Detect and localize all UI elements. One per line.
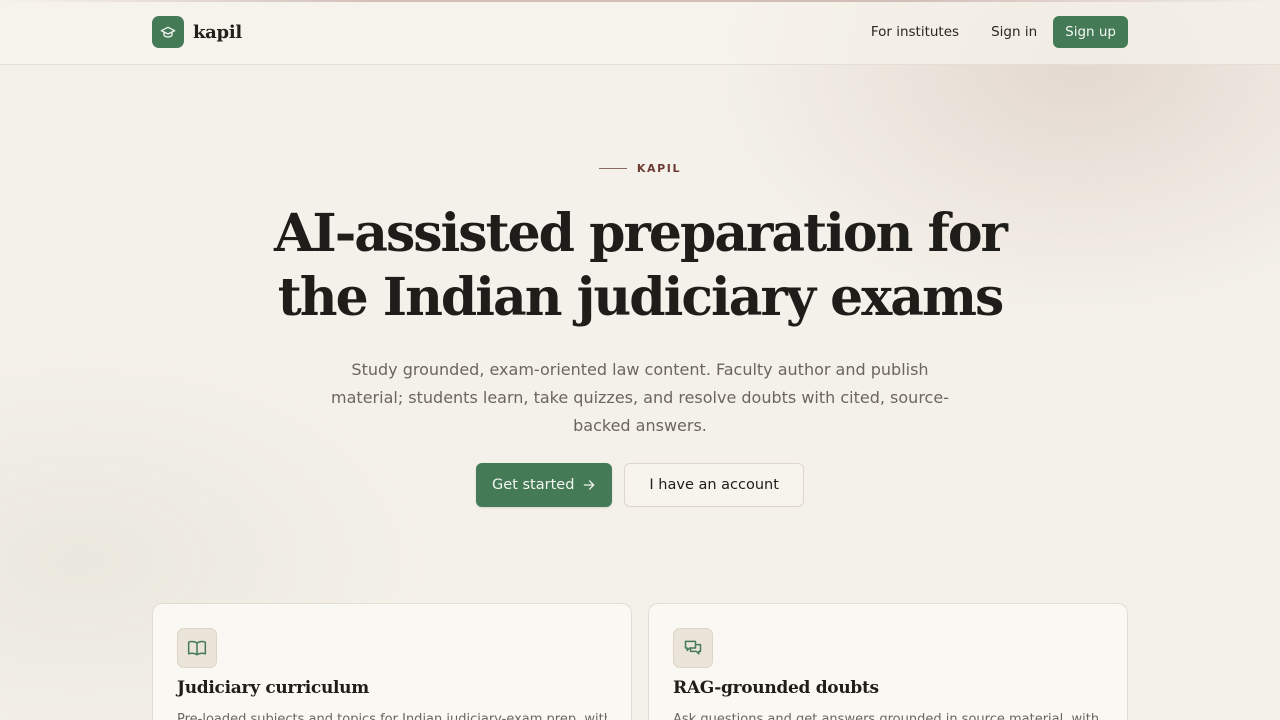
feature-title: RAG-grounded doubts <box>673 678 879 698</box>
feature-card-doubts: RAG-grounded doubts Ask questions and ge… <box>648 603 1128 720</box>
hero-cta-row: Get started I have an account <box>0 463 1280 507</box>
hero-title-line-1: AI-assisted preparation for <box>274 203 1008 264</box>
hero-eyebrow: KAPIL <box>0 162 1280 175</box>
feature-title: Judiciary curriculum <box>177 678 369 698</box>
feature-card-curriculum: Judiciary curriculum Pre-loaded subjects… <box>152 603 632 720</box>
site-header: kapil For institutes Sign in Sign up <box>0 0 1280 65</box>
sign-in-link[interactable]: Sign in <box>975 16 1053 48</box>
feature-description: Ask questions and get answers grounded i… <box>673 712 1100 720</box>
arrow-right-icon <box>582 478 596 492</box>
eyebrow-divider <box>598 168 627 169</box>
top-nav: For institutes Sign in Sign up <box>855 16 1128 48</box>
have-account-button[interactable]: I have an account <box>624 463 804 507</box>
hero-title-line-2: the Indian judiciary exams <box>277 267 1004 328</box>
hero-title: AI-assisted preparation for the Indian j… <box>240 202 1040 330</box>
brand-name: kapil <box>193 21 242 43</box>
get-started-label: Get started <box>492 477 575 493</box>
open-book-icon <box>177 628 217 668</box>
sign-up-button[interactable]: Sign up <box>1053 16 1128 48</box>
for-institutes-link[interactable]: For institutes <box>855 16 975 48</box>
feature-description: Pre-loaded subjects and topics for India… <box>177 712 607 720</box>
graduation-cap-icon <box>152 16 184 48</box>
eyebrow-label: KAPIL <box>636 162 682 175</box>
hero-subtitle: Study grounded, exam-oriented law conten… <box>331 360 949 435</box>
chat-bubbles-icon <box>673 628 713 668</box>
brand-logo-link[interactable]: kapil <box>152 16 242 48</box>
get-started-button[interactable]: Get started <box>476 463 613 507</box>
